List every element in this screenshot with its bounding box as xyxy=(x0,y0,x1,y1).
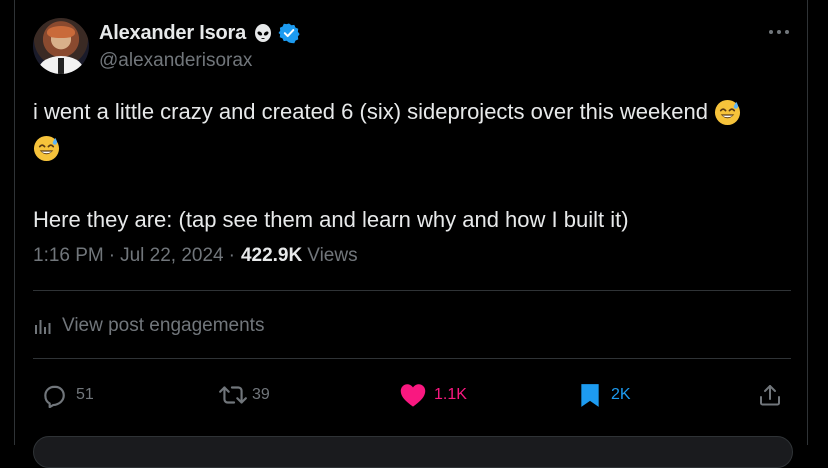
views-label: Views xyxy=(307,245,358,266)
author-name[interactable]: Alexander Isora xyxy=(99,22,246,45)
tweet-text: i went a little crazy and created 6 (six… xyxy=(33,94,803,238)
bookmark-count: 2K xyxy=(611,386,631,403)
more-icon[interactable] xyxy=(766,24,792,40)
divider xyxy=(33,290,791,291)
sweat-smile-emoji-icon xyxy=(714,99,741,125)
reply-composer-peek[interactable] xyxy=(33,436,793,468)
meta-separator: · xyxy=(228,245,235,266)
tweet-line-1: i went a little crazy and created 6 (six… xyxy=(33,94,803,130)
view-engagements-label: View post engagements xyxy=(62,315,265,336)
like-icon xyxy=(400,384,426,407)
meta-separator: · xyxy=(108,245,116,266)
views-count: 422.9K xyxy=(240,245,303,266)
author-handle[interactable]: @alexanderisorax xyxy=(99,50,252,72)
like-count: 1.1K xyxy=(434,386,467,403)
repost-icon xyxy=(219,386,247,404)
author-row: Alexander Isora xyxy=(99,21,300,45)
avatar[interactable] xyxy=(33,18,89,74)
view-engagements-link[interactable]: View post engagements xyxy=(33,313,264,339)
repost-count: 39 xyxy=(252,386,270,403)
reply-count: 51 xyxy=(76,386,94,403)
share-button[interactable] xyxy=(758,381,782,409)
right-frame-border xyxy=(807,0,828,445)
repost-button[interactable]: 39 xyxy=(218,381,270,409)
tweet-line-1-text: i went a little crazy and created 6 (six… xyxy=(33,99,708,124)
tweet-meta: 1:16 PM · Jul 22, 2024 · 422.9K Views xyxy=(33,243,358,269)
like-button[interactable]: 1.1K xyxy=(399,381,467,409)
tweet-time[interactable]: 1:16 PM xyxy=(33,245,104,267)
share-icon xyxy=(760,385,780,406)
tweet-date[interactable]: Jul 22, 2024 xyxy=(120,245,224,267)
left-frame-border xyxy=(0,0,15,445)
reply-icon xyxy=(44,385,65,408)
verified-badge-icon[interactable] xyxy=(278,22,300,44)
reply-button[interactable]: 51 xyxy=(41,381,94,409)
analytics-icon xyxy=(35,320,51,334)
bookmark-button[interactable]: 2K xyxy=(579,381,631,409)
tweet-line-2-text: Here they are: (tap see them and learn w… xyxy=(33,207,629,232)
sweat-smile-emoji-icon xyxy=(33,135,60,161)
tweet-line-2: Here they are: (tap see them and learn w… xyxy=(33,202,803,238)
action-bar: 51 39 1.1K 2K xyxy=(33,373,791,417)
divider xyxy=(33,358,791,359)
bookmark-icon xyxy=(581,384,599,407)
alien-icon xyxy=(252,22,274,44)
tweet-line-emoji xyxy=(33,130,803,166)
